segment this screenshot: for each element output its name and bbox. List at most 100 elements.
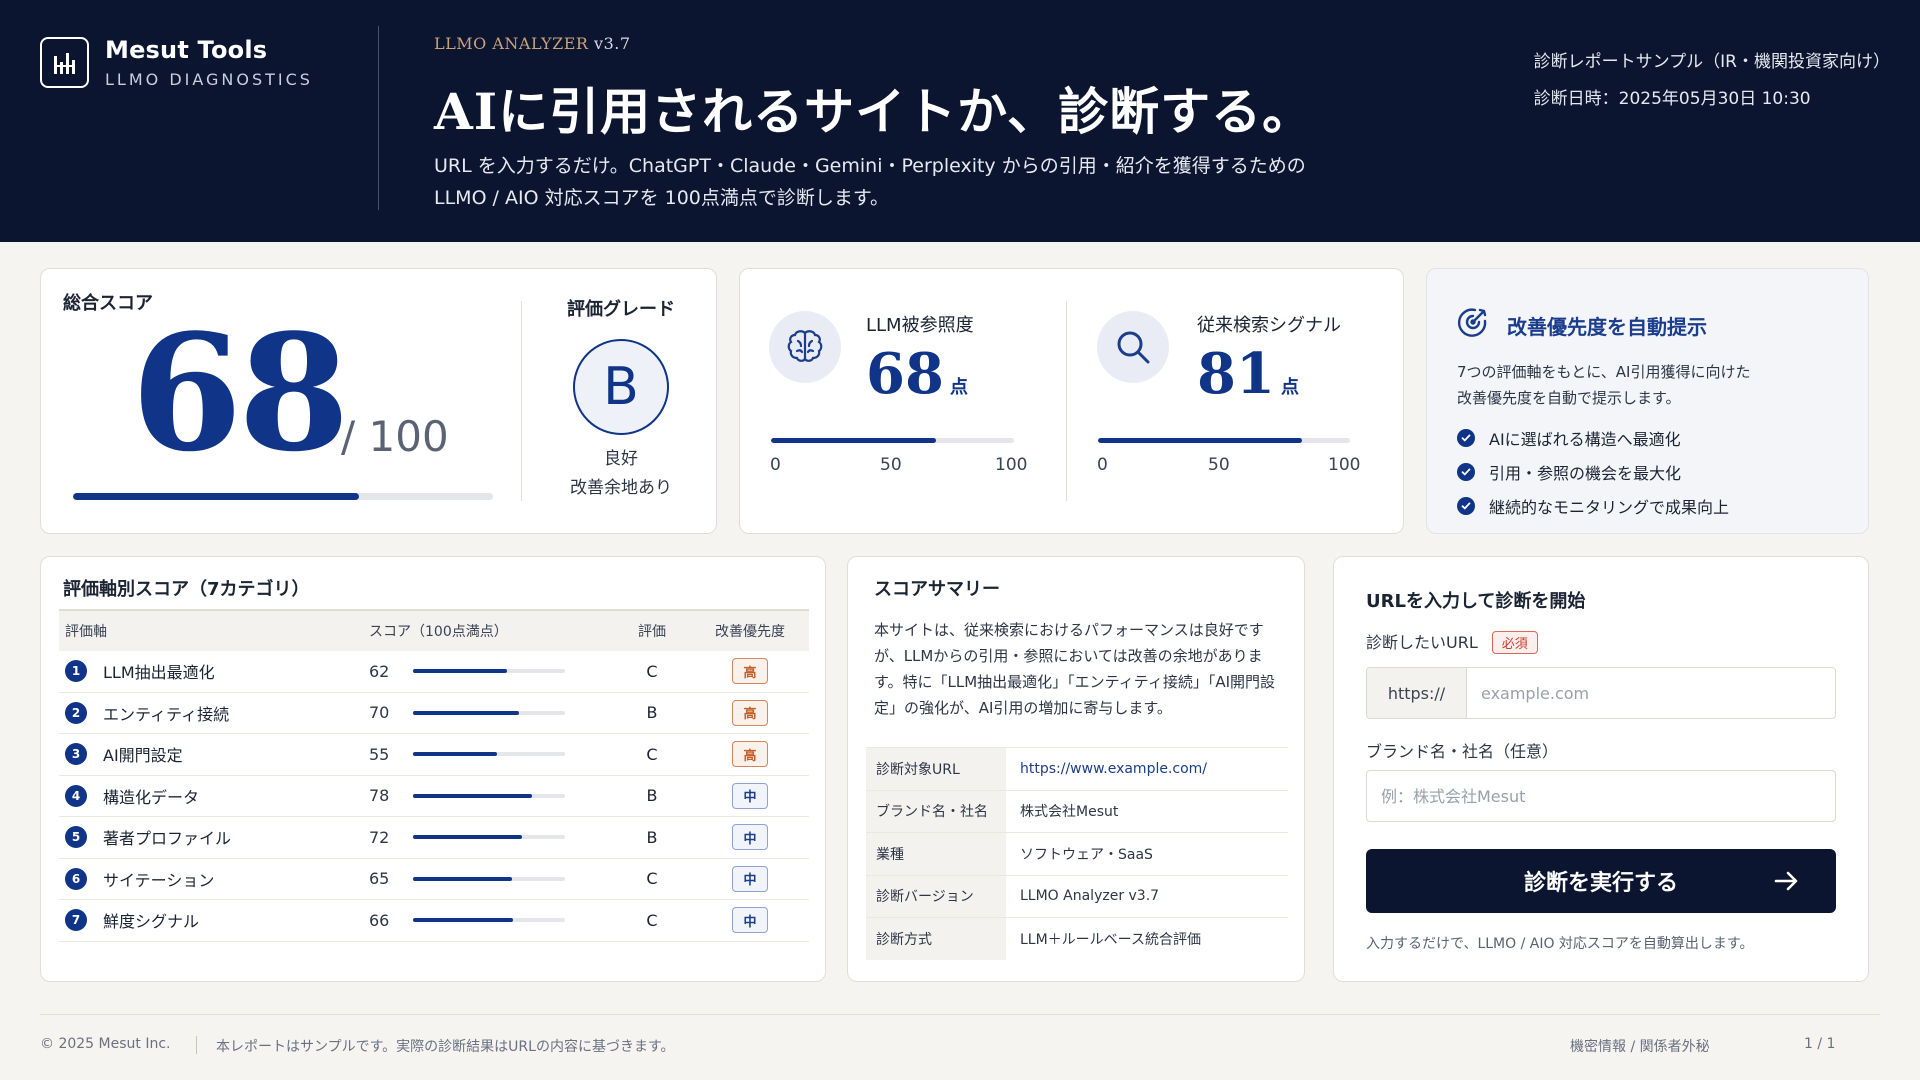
- category-score-bar-fill: [413, 793, 532, 798]
- table-row: 7 鮮度シグナル 66 C 中: [59, 900, 809, 942]
- improvement-item: 継続的なモニタリングで成果向上: [1457, 489, 1729, 523]
- summary-key: 診断対象URL: [866, 748, 1006, 790]
- category-name-cell: 6 サイテーション: [59, 867, 369, 891]
- category-score-bar: [413, 669, 565, 674]
- category-number-badge: 7: [65, 909, 87, 932]
- header-score: スコア（100点満点）: [369, 624, 508, 640]
- bar-chart-logo-icon: [40, 37, 89, 88]
- search-signal-unit: 点: [1280, 377, 1299, 398]
- total-score-value: 68: [131, 299, 350, 487]
- table-row: 2 エンティティ接続 70 B 高: [59, 693, 809, 734]
- category-score: 65: [369, 869, 390, 889]
- summary-value: ソフトウェア・SaaS: [1020, 846, 1153, 863]
- search-signal-value: 81 点: [1197, 341, 1299, 407]
- category-score-bar: [413, 876, 565, 881]
- priority-badge: 中: [732, 907, 768, 934]
- llm-reference-label: LLM被参照度: [866, 315, 974, 336]
- improvement-item-label: 継続的なモニタリングで成果向上: [1489, 498, 1730, 517]
- category-score: 66: [369, 910, 390, 930]
- summary-key: 業種: [866, 833, 1006, 875]
- summary-text: 本サイトは、従来検索におけるパフォーマンスは良好ですが、LLMからの引用・参照に…: [874, 621, 1276, 717]
- footer-separator: [196, 1036, 197, 1054]
- category-name: 構造化データ: [103, 787, 200, 807]
- category-priority-cell: 中: [695, 782, 805, 809]
- category-priority-cell: 高: [695, 658, 805, 685]
- search-signal-bar: [1098, 438, 1350, 443]
- total-score-bar-fill: [73, 493, 359, 500]
- llm-reference-bar: [771, 438, 1014, 443]
- diagnosis-form-card: URLを入力して診断を開始 診断したいURL 必須 https:// ブランド名・…: [1333, 556, 1869, 982]
- improvement-item: 引用・参照の機会を最大化: [1457, 455, 1729, 489]
- category-score-cell: 66: [369, 911, 609, 930]
- report-datetime: 診断日時：2025年05月30日 10:30: [1533, 89, 1811, 109]
- footer-copyright: © 2025 Mesut Inc.: [40, 1036, 171, 1052]
- table-row: 1 LLM抽出最適化 62 C 高: [59, 651, 809, 693]
- summary-row: 業種 ソフトウェア・SaaS: [866, 832, 1288, 875]
- category-name-cell: 1 LLM抽出最適化: [59, 659, 369, 683]
- brand[interactable]: Mesut Tools LLMO DIAGNOSTICS: [40, 36, 313, 89]
- total-score-max: / 100: [341, 412, 449, 461]
- priority-badge: 高: [732, 741, 768, 768]
- category-table: 評価軸 スコア（100点満点） 評価 改善優先度 1 LLM抽出最適化 62 C 高 2 エ…: [59, 609, 809, 942]
- lead-line-2: LLMO / AIO 対応スコアを 100点満点で診断します。: [434, 187, 890, 209]
- table-row: 3 AI開門設定 55 C 高: [59, 734, 809, 776]
- category-score-bar-fill: [413, 918, 514, 923]
- run-diagnosis-button[interactable]: 診断を実行する: [1366, 849, 1836, 913]
- category-grade: B: [646, 703, 658, 723]
- priority-badge: 中: [732, 782, 768, 809]
- header-grade: 評価: [638, 624, 666, 640]
- category-score: 78: [369, 786, 390, 806]
- url-prefix: https://: [1367, 668, 1467, 718]
- brand-label: ブランド名・社名（任意）: [1366, 742, 1559, 761]
- category-score: 55: [369, 744, 390, 764]
- summary-row: ブランド名・社名 株式会社Mesut: [866, 789, 1288, 832]
- search-signal-score: 従来検索シグナル 81 点 0 50 100: [1067, 269, 1404, 535]
- category-name: サイテーション: [103, 870, 215, 890]
- footer-disclaimer: 本レポートはサンプルです。実際の診断結果はURLの内容に基づきます。: [216, 1039, 675, 1055]
- sub-score-card: LLM被参照度 68 点 0 50 100 従来検索シグナル 81 点 0 50 1…: [739, 268, 1404, 534]
- category-grade: B: [646, 786, 658, 806]
- brand-subtitle: LLMO DIAGNOSTICS: [105, 70, 313, 89]
- lead-line-1: URL を入力するだけ。ChatGPT・Claude・Gemini・Perple…: [434, 155, 1306, 177]
- priority-badge: 中: [732, 824, 768, 851]
- category-score-bar: [413, 752, 565, 757]
- category-score: 62: [369, 661, 390, 681]
- total-score-card: 総合スコア 68 / 100 評価グレード B 良好 改善余地あり: [40, 268, 717, 534]
- header-priority: 改善優先度: [715, 624, 785, 640]
- summary-title: スコアサマリー: [874, 579, 1000, 600]
- brand-name-input[interactable]: [1366, 770, 1836, 822]
- category-name: エンティティ接続: [103, 704, 230, 724]
- grade-desc-1: 良好: [604, 449, 638, 469]
- page-number: 1 / 1: [1804, 1036, 1836, 1052]
- category-name-cell: 5 著者プロファイル: [59, 825, 369, 849]
- improvement-desc-2: 改善優先度を自動で提示します。: [1457, 389, 1681, 407]
- report-type: 診断レポートサンプル（IR・機関投資家向け）: [1533, 52, 1890, 72]
- url-label: 診断したいURL 必須: [1366, 629, 1538, 654]
- table-row: 6 サイテーション 65 C 中: [59, 859, 809, 900]
- total-score-bar: [73, 493, 493, 500]
- llm-reference-score: LLM被参照度 68 点 0 50 100: [740, 269, 1066, 535]
- form-title: URLを入力して診断を開始: [1366, 591, 1586, 612]
- improvement-description: 7つの評価軸をもとに、AI引用獲得に向けた 改善優先度を自動で提示します。: [1457, 359, 1750, 411]
- grade-badge: B: [573, 339, 669, 435]
- category-score: 70: [369, 703, 390, 723]
- header-name: 評価軸: [65, 624, 107, 640]
- category-score-bar: [413, 918, 565, 923]
- url-input[interactable]: [1467, 668, 1835, 718]
- check-circle-icon: [1457, 497, 1475, 515]
- category-number-badge: 4: [65, 784, 87, 807]
- search-icon: [1097, 311, 1169, 383]
- search-signal-bar-fill: [1098, 438, 1303, 443]
- report-meta: 診断レポートサンプル（IR・機関投資家向け） 診断日時：2025年05月30日 …: [1534, 44, 1890, 118]
- summary-key: 診断方式: [866, 918, 1006, 960]
- brand-name: Mesut Tools: [105, 36, 268, 64]
- improvement-item-label: AIに選ばれる構造へ最適化: [1489, 430, 1681, 449]
- llm-reference-value: 68 点: [866, 341, 968, 407]
- check-circle-icon: [1457, 429, 1475, 447]
- form-note: 入力するだけで、LLMO / AIO 対応スコアを自動算出します。: [1366, 936, 1754, 952]
- category-name: 著者プロファイル: [103, 829, 232, 849]
- category-name-cell: 7 鮮度シグナル: [59, 908, 369, 932]
- target-url-link[interactable]: https://www.example.com/: [1006, 761, 1207, 777]
- card-divider: [521, 301, 522, 501]
- summary-value: LLMO Analyzer v3.7: [1020, 888, 1160, 905]
